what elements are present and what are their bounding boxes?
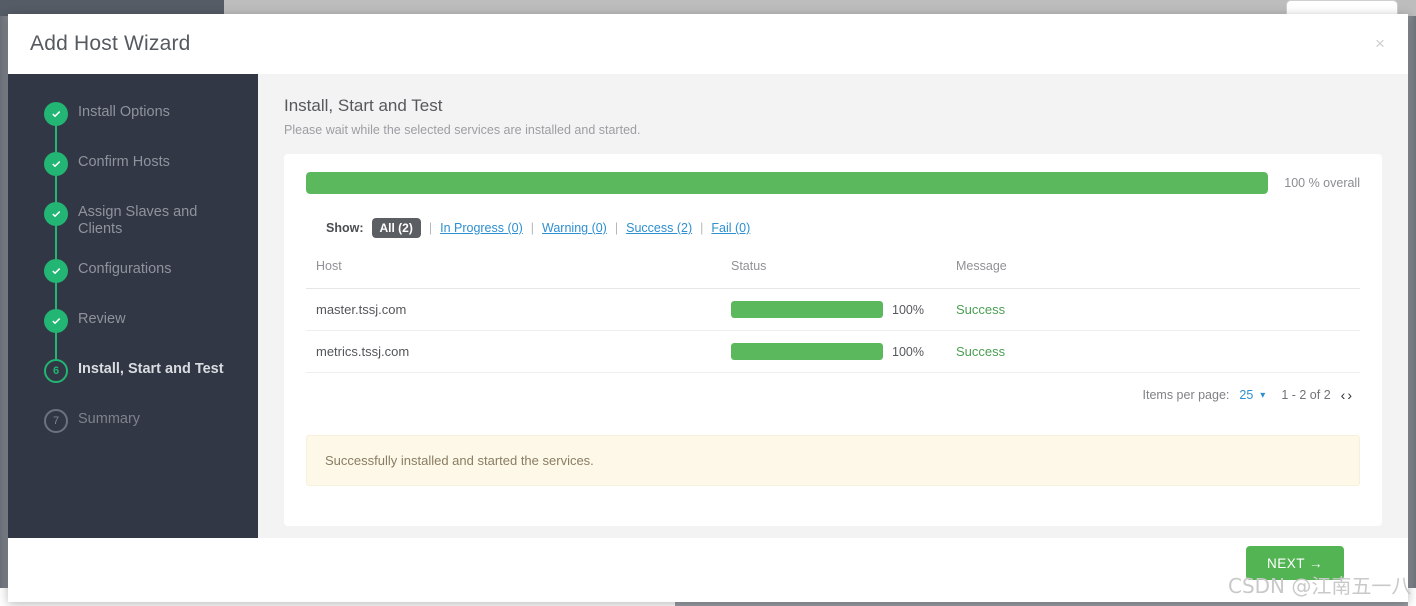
table-row: master.tssj.com 100% Success: [306, 288, 1360, 331]
filter-separator: |: [700, 221, 704, 235]
wizard-step-list: Install Options Confirm Hosts Assign Slave…: [8, 102, 258, 459]
cell-host: master.tssj.com: [306, 288, 721, 331]
filter-separator: |: [428, 221, 433, 235]
pagination-arrows[interactable]: ‹ ›: [1341, 387, 1352, 403]
chevron-down-icon: ▾: [1260, 389, 1266, 401]
step-connector: [55, 174, 57, 204]
filter-all-2[interactable]: All (2): [371, 218, 421, 238]
step-number-badge: 7: [44, 409, 68, 433]
cell-message: Success: [946, 288, 1360, 331]
status-banner: Successfully installed and started the s…: [306, 435, 1360, 486]
pagination-range: 1 - 2 of 2: [1281, 388, 1331, 402]
sidebar-step-label: Confirm Hosts: [78, 154, 170, 170]
check-icon: [44, 152, 68, 176]
table-head: Host Status Message: [306, 259, 1360, 289]
wizard-sidebar: Install Options Confirm Hosts Assign Slave…: [8, 74, 258, 538]
filter-items: All (2) | In Progress (0) | Warning (0) | Succ…: [371, 218, 750, 238]
page-subtitle: Please wait while the selected services …: [284, 123, 641, 137]
table-body: master.tssj.com 100% Success metrics.tssj.c…: [306, 288, 1360, 373]
check-icon: [44, 102, 68, 126]
status-badge: Success: [956, 302, 1006, 317]
step-connector: [55, 124, 57, 154]
overall-progress-fill: [306, 172, 1269, 194]
close-icon[interactable]: ×: [1370, 34, 1390, 54]
items-per-page-value: 25: [1239, 388, 1254, 402]
wizard-content: Install, Start and Test Please wait whil…: [258, 74, 1408, 538]
table-row: metrics.tssj.com 100% Success: [306, 330, 1360, 373]
column-header-message: Message: [946, 259, 1360, 289]
check-icon: [44, 202, 68, 226]
step-connector: [55, 281, 57, 311]
sidebar-step-label: Install, Start and Test: [78, 361, 224, 377]
add-host-wizard-modal: Add Host Wizard × Install Options Confirm…: [8, 14, 1408, 602]
host-status-table: Host Status Message master.tssj.com 100% S…: [306, 259, 1360, 373]
filter-in-progress-0[interactable]: In Progress (0): [440, 221, 523, 235]
next-button[interactable]: NEXT →: [1246, 546, 1344, 580]
sidebar-step-install-options[interactable]: Install Options: [8, 102, 258, 154]
pagination: Items per page: 25 ▾ 1 - 2 of 2 ‹ ›: [306, 387, 1360, 403]
page-root: Add Host Wizard × Install Options Confirm…: [0, 0, 1416, 606]
check-icon: [44, 259, 68, 283]
status-badge: Success: [956, 344, 1006, 359]
sidebar-step-label: Summary: [78, 411, 141, 427]
column-header-status: Status: [721, 259, 946, 289]
chevron-left-icon[interactable]: ‹: [1341, 387, 1346, 403]
sidebar-step-configurations[interactable]: Configurations: [8, 259, 258, 311]
next-button-label: NEXT: [1266, 555, 1305, 571]
cell-status: 100%: [721, 330, 946, 373]
sidebar-step-install-start-and-test[interactable]: 6 Install, Start and Test: [8, 359, 258, 409]
sidebar-step-assign-slaves-and-clients[interactable]: Assign Slaves and Clients: [8, 202, 258, 261]
sidebar-step-confirm-hosts[interactable]: Confirm Hosts: [8, 152, 258, 204]
filter-warning-0[interactable]: Warning (0): [542, 221, 607, 235]
background-right-edge: [1408, 16, 1416, 588]
column-header-host: Host: [306, 259, 721, 289]
sidebar-step-summary[interactable]: 7 Summary: [8, 409, 258, 459]
step-number-badge: 6: [44, 359, 68, 383]
modal-footer: NEXT →: [8, 538, 1408, 602]
sidebar-step-label: Review: [78, 311, 126, 327]
sidebar-step-label: Assign Slaves and Clients: [78, 204, 198, 237]
overall-progress-bar: [306, 172, 1269, 194]
modal-header: Add Host Wizard ×: [8, 14, 1408, 74]
row-progress: 100%: [731, 343, 946, 360]
cell-message: Success: [946, 330, 1360, 373]
filter-fail-0[interactable]: Fail (0): [711, 221, 750, 235]
row-progress: 100%: [731, 301, 946, 318]
check-icon: [44, 309, 68, 333]
page-title: Install, Start and Test: [284, 96, 443, 115]
chevron-right-icon[interactable]: ›: [1347, 387, 1352, 403]
sidebar-step-label: Install Options: [78, 104, 170, 120]
row-progress-label: 100%: [892, 302, 924, 317]
sidebar-step-review[interactable]: Review: [8, 309, 258, 361]
step-connector: [55, 331, 57, 361]
table-header-row: Host Status Message: [306, 259, 1360, 289]
cell-host: metrics.tssj.com: [306, 330, 721, 373]
filter-separator: |: [530, 221, 535, 235]
status-filter-row: Show: All (2) | In Progress (0) | Warning (0…: [306, 218, 1360, 238]
background-card-outline: [1286, 0, 1398, 14]
overall-progress-row: 100 % overall: [306, 172, 1360, 194]
row-progress-label: 100%: [892, 344, 924, 359]
overall-progress-label: 100 % overall: [1284, 176, 1360, 190]
row-progress-bar: [731, 301, 883, 318]
items-per-page-select[interactable]: 25 ▾: [1239, 388, 1265, 402]
filter-separator: |: [614, 221, 619, 235]
items-per-page-label: Items per page:: [1142, 388, 1230, 402]
filter-success-2[interactable]: Success (2): [626, 221, 692, 235]
step-connector: [55, 224, 57, 261]
filter-row-label: Show:: [326, 221, 364, 235]
modal-title: Add Host Wizard: [30, 32, 191, 55]
arrow-right-icon: →: [1309, 555, 1323, 571]
row-progress-fill: [731, 343, 883, 360]
modal-body: Install Options Confirm Hosts Assign Slave…: [8, 74, 1408, 538]
progress-card: 100 % overall Show: All (2) | In Progress …: [284, 154, 1382, 526]
cell-status: 100%: [721, 288, 946, 331]
row-progress-fill: [731, 301, 883, 318]
sidebar-step-label: Configurations: [78, 261, 172, 277]
row-progress-bar: [731, 343, 883, 360]
